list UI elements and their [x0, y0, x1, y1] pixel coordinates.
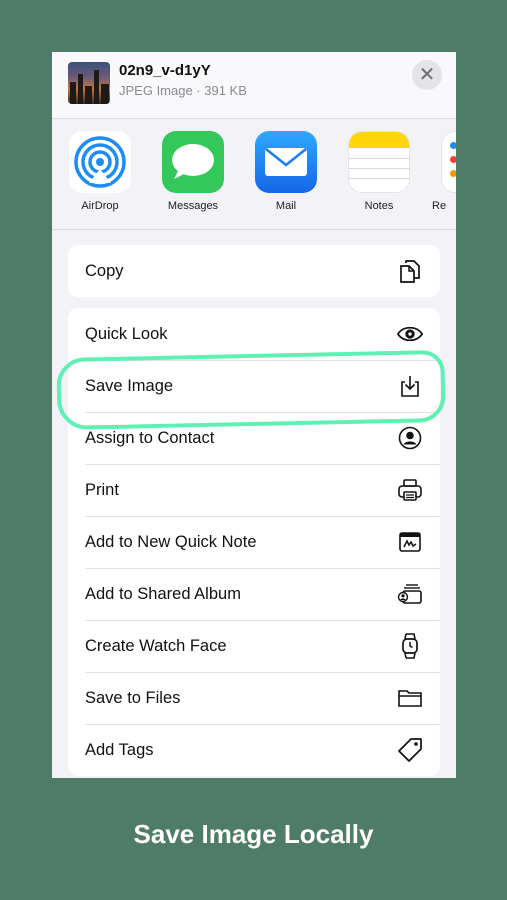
- app-notes[interactable]: Notes: [339, 131, 419, 212]
- close-button[interactable]: ✕: [412, 60, 442, 90]
- action-label: Add to New Quick Note: [85, 532, 257, 551]
- app-label-reminders: Re: [432, 200, 447, 212]
- image-thumbnail: [68, 62, 110, 104]
- copy-card: Copy: [68, 245, 440, 297]
- action-print[interactable]: Print: [68, 464, 440, 516]
- action-label: Add Tags: [85, 740, 154, 759]
- action-label: Create Watch Face: [85, 636, 227, 655]
- messages-icon: [162, 131, 224, 193]
- action-add-to-shared-album[interactable]: Add to Shared Album: [68, 568, 440, 620]
- file-meta: JPEG Image · 391 KB: [119, 83, 247, 98]
- share-sheet: 02n9_v-d1yY JPEG Image · 391 KB ✕ AirDro…: [52, 52, 456, 778]
- action-save-to-files[interactable]: Save to Files: [68, 672, 440, 724]
- action-label: Save Image: [85, 376, 174, 395]
- app-label-mail: Mail: [275, 200, 297, 212]
- app-airdrop[interactable]: AirDrop: [60, 131, 140, 212]
- action-save-image[interactable]: Save Image: [68, 360, 440, 412]
- quick-note-icon: [396, 528, 424, 556]
- actions-card: Quick Look Save Image Assign to Contact …: [68, 308, 440, 776]
- action-label: Save to Files: [85, 688, 181, 707]
- mail-icon: [255, 131, 317, 193]
- share-sheet-header: 02n9_v-d1yY JPEG Image · 391 KB ✕: [52, 52, 456, 119]
- tag-icon: [396, 736, 424, 764]
- caption: Save Image Locally: [133, 819, 374, 849]
- file-name: 02n9_v-d1yY: [119, 62, 211, 79]
- action-add-tags[interactable]: Add Tags: [68, 724, 440, 776]
- folder-icon: [396, 684, 424, 712]
- app-label-messages: Messages: [167, 200, 219, 212]
- shared-album-icon: [396, 580, 424, 608]
- notes-icon: [348, 131, 410, 193]
- app-mail[interactable]: Mail: [246, 131, 326, 212]
- action-copy[interactable]: Copy: [68, 245, 440, 297]
- app-share-row: AirDrop Messages Mail Notes Re: [52, 119, 456, 230]
- action-label: Add to Shared Album: [85, 584, 241, 603]
- action-label: Quick Look: [85, 324, 168, 343]
- action-add-to-new-quick-note[interactable]: Add to New Quick Note: [68, 516, 440, 568]
- copy-icon: [396, 257, 424, 285]
- app-label-notes: Notes: [364, 200, 394, 212]
- contact-icon: [396, 424, 424, 452]
- app-reminders[interactable]: Re: [432, 131, 456, 212]
- watch-icon: [396, 632, 424, 660]
- eye-icon: [396, 320, 424, 348]
- action-assign-to-contact[interactable]: Assign to Contact: [68, 412, 440, 464]
- app-messages[interactable]: Messages: [153, 131, 233, 212]
- action-label: Copy: [85, 261, 124, 280]
- save-image-icon: [396, 372, 424, 400]
- action-quick-look[interactable]: Quick Look: [68, 308, 440, 360]
- action-label: Assign to Contact: [85, 428, 215, 447]
- action-create-watch-face[interactable]: Create Watch Face: [68, 620, 440, 672]
- app-label-airdrop: AirDrop: [81, 200, 119, 212]
- printer-icon: [396, 476, 424, 504]
- reminders-icon: [441, 131, 456, 193]
- airdrop-icon: [69, 131, 131, 193]
- action-label: Print: [85, 480, 119, 499]
